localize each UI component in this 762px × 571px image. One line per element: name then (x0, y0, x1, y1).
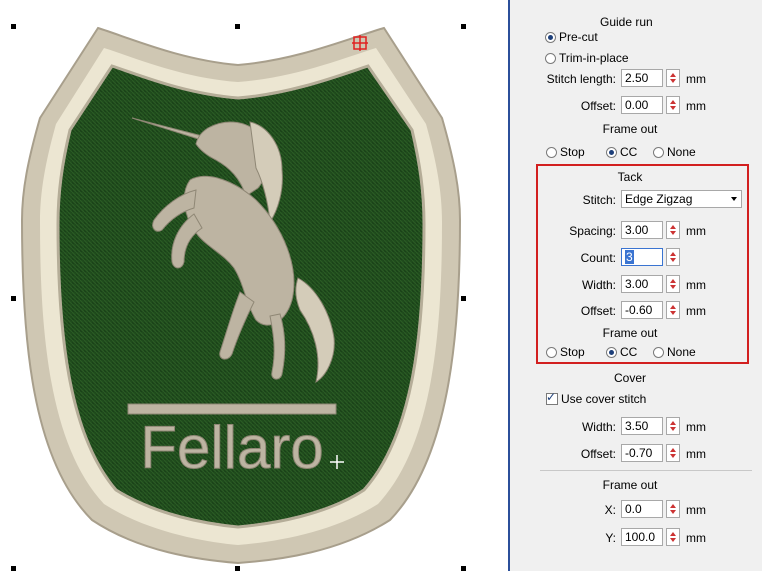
tack-stop-radio[interactable]: Stop (546, 345, 585, 359)
tack-width-unit: mm (686, 278, 706, 292)
cover-offset-unit: mm (686, 447, 706, 461)
start-point-marker[interactable] (352, 35, 368, 51)
guide-run-title: Guide run (600, 15, 653, 29)
tack-count-label: Count: (580, 251, 616, 265)
tack-count-value: 3 (625, 250, 634, 264)
tack-cc-label: CC (620, 345, 638, 359)
guide-cc-radio[interactable]: CC (606, 145, 637, 159)
tack-none-dot[interactable] (653, 346, 664, 358)
guide-offset-label: Offset: (580, 99, 616, 113)
frame-y-field[interactable]: 100.0 (621, 528, 663, 546)
design-canvas[interactable]: Fellaro (0, 0, 508, 571)
tack-offset-label: Offset: (580, 304, 616, 318)
tack-cc-radio[interactable]: CC (606, 345, 637, 359)
guide-cc-dot[interactable] (606, 146, 617, 158)
cover-width-spinner[interactable] (666, 417, 680, 435)
tack-stitch-value: Edge Zigzag (625, 192, 693, 206)
stitch-length-unit: mm (686, 72, 706, 86)
guide-stop-radio[interactable]: Stop (546, 145, 585, 159)
emblem-bar (127, 403, 337, 415)
frame-x-field[interactable]: 0.0 (621, 500, 663, 518)
guide-stop-dot[interactable] (546, 146, 557, 158)
precut-radio[interactable]: Pre-cut (545, 30, 598, 44)
selection-handle-middle-right[interactable] (461, 296, 466, 301)
tack-frame-out-title: Frame out (602, 326, 658, 340)
guide-offset-unit: mm (686, 99, 706, 113)
section-separator (540, 470, 752, 471)
trim-radio-dot[interactable] (545, 52, 556, 64)
guide-stop-label: Stop (560, 145, 585, 159)
tack-spacing-spinner[interactable] (666, 221, 680, 239)
tack-none-radio[interactable]: None (653, 345, 696, 359)
tack-count-field[interactable]: 3 (621, 248, 663, 266)
tack-none-label: None (667, 345, 696, 359)
tack-stitch-select[interactable]: Edge Zigzag (621, 190, 742, 208)
frame-x-label: X: (604, 503, 616, 517)
selection-handle-bottom-right[interactable] (461, 566, 466, 571)
tack-cc-dot[interactable] (606, 346, 617, 358)
cover-width-field[interactable]: 3.50 (621, 417, 663, 435)
badge-text: Fellaro (140, 414, 323, 481)
tack-offset-field[interactable]: -0.60 (621, 301, 663, 319)
cover-offset-label: Offset: (580, 447, 616, 461)
precut-label: Pre-cut (559, 30, 598, 44)
tack-count-spinner[interactable] (666, 248, 680, 266)
tack-offset-spinner[interactable] (666, 301, 680, 319)
use-cover-checkbox[interactable]: ✓ (546, 390, 558, 405)
selection-handle-top-left[interactable] (11, 24, 16, 29)
cover-title: Cover (613, 371, 646, 385)
tack-stitch-label: Stitch: (582, 193, 616, 207)
selection-handle-bottom-center[interactable] (235, 566, 240, 571)
guide-frame-out-title: Frame out (602, 122, 658, 136)
badge-artwork: Fellaro (20, 26, 462, 565)
tack-offset-unit: mm (686, 304, 706, 318)
tack-spacing-label: Spacing: (569, 224, 616, 238)
frame-x-spinner[interactable] (666, 500, 680, 518)
selection-handle-middle-left[interactable] (11, 296, 16, 301)
tack-width-field[interactable]: 3.00 (621, 275, 663, 293)
chevron-down-icon[interactable] (731, 197, 737, 201)
guide-none-radio[interactable]: None (653, 145, 696, 159)
frame-out-title: Frame out (602, 478, 658, 492)
precut-radio-dot[interactable] (545, 31, 556, 43)
guide-cc-label: CC (620, 145, 638, 159)
frame-x-unit: mm (686, 503, 706, 517)
tack-stop-dot[interactable] (546, 346, 557, 358)
guide-none-dot[interactable] (653, 146, 664, 158)
trim-in-place-radio[interactable]: Trim-in-place (545, 51, 629, 65)
tack-width-spinner[interactable] (666, 275, 680, 293)
tack-title: Tack (617, 170, 643, 184)
selection-handle-bottom-left[interactable] (11, 566, 16, 571)
stitch-length-label: Stitch length: (546, 72, 616, 86)
tack-width-label: Width: (581, 278, 616, 292)
use-cover-label: Use cover stitch (561, 392, 647, 406)
tack-spacing-unit: mm (686, 224, 706, 238)
stitch-length-field[interactable]: 2.50 (621, 69, 663, 87)
cover-width-label: Width: (581, 420, 616, 434)
check-icon: ✓ (546, 390, 557, 404)
cover-width-unit: mm (686, 420, 706, 434)
selection-handle-top-center[interactable] (235, 24, 240, 29)
selection-handle-top-right[interactable] (461, 24, 466, 29)
guide-offset-field[interactable]: 0.00 (621, 96, 663, 114)
stitch-length-spinner[interactable] (666, 69, 680, 87)
frame-y-label: Y: (605, 531, 616, 545)
trim-label: Trim-in-place (559, 51, 629, 65)
frame-y-unit: mm (686, 531, 706, 545)
guide-none-label: None (667, 145, 696, 159)
cover-offset-spinner[interactable] (666, 444, 680, 462)
frame-y-spinner[interactable] (666, 528, 680, 546)
cover-offset-field[interactable]: -0.70 (621, 444, 663, 462)
guide-offset-spinner[interactable] (666, 96, 680, 114)
tack-spacing-field[interactable]: 3.00 (621, 221, 663, 239)
tack-stop-label: Stop (560, 345, 585, 359)
